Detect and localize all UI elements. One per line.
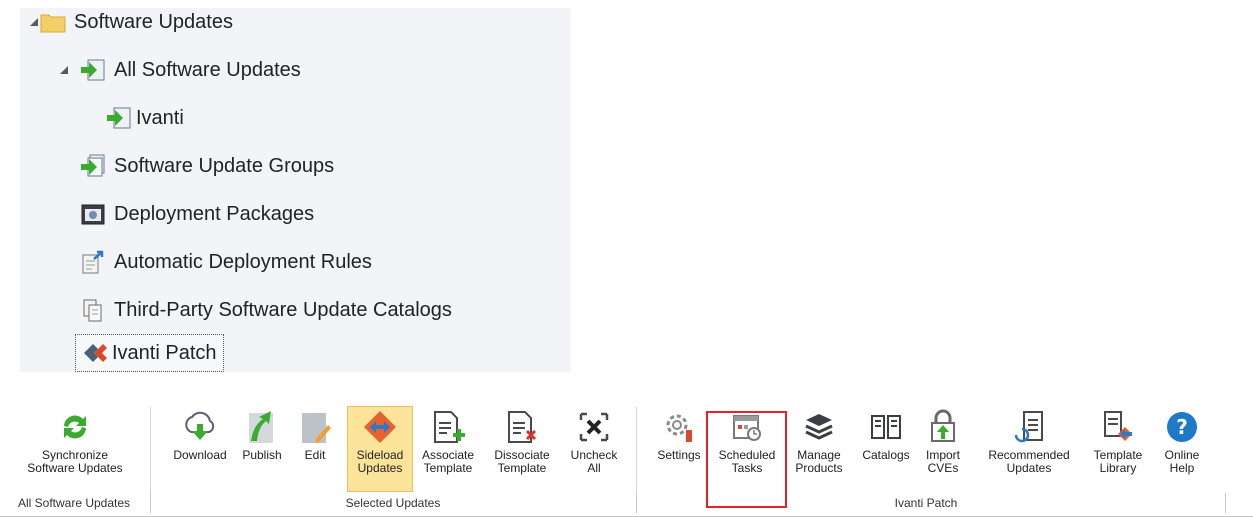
help-icon: ? <box>1167 412 1197 442</box>
expand-triangle-icon[interactable] <box>60 66 68 74</box>
tree-item-all-software-updates[interactable]: All Software Updates <box>60 50 301 90</box>
template-library-button[interactable]: Template Library <box>1086 407 1150 475</box>
automatic-deployment-rules-icon <box>82 250 104 274</box>
folder-icon <box>40 14 66 33</box>
tree-item-software-updates[interactable]: Software Updates <box>30 2 233 42</box>
sync-icon <box>64 415 86 439</box>
expand-triangle-icon[interactable] <box>30 18 38 26</box>
online-help-button[interactable]: ? Online Help <box>1154 407 1210 475</box>
settings-button[interactable]: Settings <box>650 407 708 462</box>
manage-products-button[interactable]: Manage Products <box>788 407 850 475</box>
deployment-packages-icon <box>81 204 105 225</box>
publish-icon <box>249 411 273 443</box>
software-updates-icon <box>81 59 105 81</box>
recommended-updates-button[interactable]: Recommended Updates <box>974 407 1084 475</box>
catalogs-icon <box>83 299 102 322</box>
tree-item-software-update-groups[interactable]: Software Update Groups <box>80 146 334 186</box>
group-separator <box>1225 493 1226 513</box>
tree-item-ivanti[interactable]: Ivanti <box>106 98 184 138</box>
import-cves-button[interactable]: Import CVEs <box>918 407 968 475</box>
tree-item-ivanti-patch[interactable]: Ivanti Patch <box>75 334 224 372</box>
synchronize-software-updates-button[interactable]: Synchronize Software Updates <box>16 407 134 475</box>
svg-text:?: ? <box>1176 415 1188 439</box>
tree-item-deployment-packages[interactable]: Deployment Packages <box>80 194 314 234</box>
import-cves-icon <box>931 409 955 442</box>
download-icon <box>185 411 215 440</box>
group-label-all-software-updates: All Software Updates <box>17 496 131 510</box>
ribbon: Synchronize Software Updates Download Pu… <box>0 399 1253 517</box>
catalogs-book-icon <box>871 415 901 439</box>
manage-products-icon <box>805 414 833 440</box>
tree-item-third-party-catalogs[interactable]: Third-Party Software Update Catalogs <box>80 290 452 330</box>
download-button[interactable]: Download <box>168 407 232 462</box>
software-updates-icon <box>107 107 131 129</box>
uncheck-all-icon <box>579 412 609 442</box>
scheduled-tasks-highlight-box <box>706 411 787 508</box>
ribbon-separator <box>150 407 151 493</box>
publish-button[interactable]: Publish <box>234 407 290 462</box>
sideload-icon <box>364 411 396 443</box>
tree-item-automatic-deployment-rules[interactable]: Automatic Deployment Rules <box>80 242 372 282</box>
ivanti-patch-icon <box>84 344 107 362</box>
ribbon-separator <box>636 407 637 493</box>
dissociate-template-icon <box>508 411 537 443</box>
group-label-selected-updates: Selected Updates <box>345 496 441 510</box>
uncheck-all-button[interactable]: Uncheck All <box>562 407 626 475</box>
associate-template-icon <box>434 411 465 443</box>
settings-icon <box>666 414 692 442</box>
navigation-tree: Software Updates All Software Updates Iv… <box>20 8 571 372</box>
template-library-icon <box>1104 411 1132 441</box>
software-update-groups-icon <box>81 154 105 177</box>
recommended-updates-icon <box>1014 411 1043 443</box>
associate-template-button[interactable]: Associate Template <box>414 407 482 475</box>
catalogs-button[interactable]: Catalogs <box>858 407 914 462</box>
edit-button[interactable]: Edit <box>294 407 336 462</box>
dissociate-template-button[interactable]: Dissociate Template <box>486 407 558 475</box>
sideload-updates-button[interactable]: Sideload Updates <box>347 406 413 492</box>
edit-icon <box>302 413 331 443</box>
